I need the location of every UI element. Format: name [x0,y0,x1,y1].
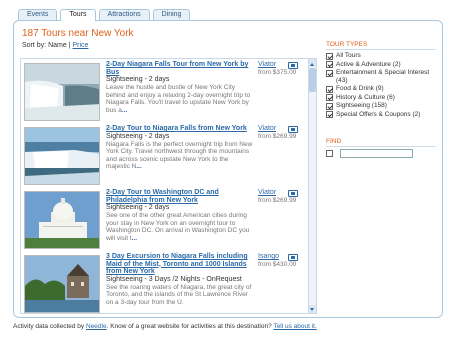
add-to-cart-icon[interactable] [288,254,298,261]
needle-link[interactable]: Needle [86,323,107,330]
filter-food-drink[interactable]: Food & Drink (9) [326,85,436,93]
find-title: FIND [326,138,436,147]
tour-description-text: Niagara Falls is the perfect overnight t… [106,140,253,171]
price-column: Isango from $430.00 [258,253,308,268]
find-section: FIND [326,138,436,158]
price-column: Viator from $375.00 [258,61,308,76]
more-link[interactable]: ... [136,163,141,170]
tour-info: 2-Day Niagara Falls Tour from New York b… [106,61,254,114]
tour-meta: Sightseeing - 2 days [106,132,170,140]
scroll-up-arrow-icon[interactable] [309,59,316,67]
tour-price: from $375.00 [258,69,297,76]
scroll-down-arrow-icon[interactable] [309,305,316,313]
tour-title-link[interactable]: 2-Day Tour to Niagara Falls from New Yor… [106,125,254,133]
add-to-cart-icon[interactable] [288,190,298,197]
checkbox[interactable] [326,102,333,110]
checkbox[interactable] [326,94,333,101]
vendor-link[interactable]: Viator [258,61,308,68]
filter-all-tours[interactable]: All Tours [326,52,436,60]
tour-meta: Sightseeing - 2 days [106,76,170,83]
tour-price: from $430.00 [258,261,297,268]
filter-history-culture[interactable]: History & Culture (6) [326,93,436,101]
scrollbar-thumb[interactable] [309,68,316,92]
tour-thumbnail[interactable] [24,191,100,249]
tours-panel: 187 Tours near New York Sort by: Name | … [13,20,443,318]
filter-label: History & Culture (6) [336,93,395,101]
add-to-cart-icon[interactable] [288,126,298,133]
tour-title-link[interactable]: 2-Day Tour to Washington DC and Philadel… [106,189,254,204]
add-to-cart-icon[interactable] [288,62,298,69]
tab-attractions[interactable]: Attractions [98,9,150,20]
tour-title-link[interactable]: 2-Day Niagara Falls Tour from New York b… [106,61,254,76]
sort-by-price-link[interactable]: Price [73,42,89,49]
price-column: Viator from $269.99 [258,125,308,140]
tour-info: 2-Day Tour to Washington DC and Philadel… [106,189,254,242]
list-item: 2-Day Tour to Niagara Falls from New Yor… [21,125,309,188]
tab-events[interactable]: Events [18,9,58,20]
filter-label: Food & Drink (9) [336,85,384,92]
filter-label: All Tours [336,52,361,59]
footer: Activity data collected by Needle. Know … [13,323,317,330]
tour-description: See one of the other great American citi… [106,212,254,242]
tour-info: 2-Day Tour to Niagara Falls from New Yor… [106,125,254,171]
tour-thumbnail[interactable] [24,255,100,313]
vendor-link[interactable]: Viator [258,189,308,196]
filter-label: Active & Adventure (2) [336,60,401,68]
filter-label: Sightseeing (158) [336,102,387,109]
vendor-link[interactable]: Isango [258,253,308,260]
tour-description-text: Leave the hustle and bustle of New York … [106,84,251,114]
tour-types-filter: TOUR TYPES All Tours Active & Adventure … [326,41,436,119]
filter-entertainment[interactable]: Entertainment & Special Interest (43) [326,69,436,84]
filter-label: Entertainment & Special Interest (43) [336,69,430,84]
tour-thumbnail[interactable] [24,63,100,121]
sort-prefix: Sort by: [22,42,47,49]
tab-dining[interactable]: Dining [152,9,191,20]
checkbox[interactable] [326,61,333,68]
tour-price: from $269.99 [258,197,297,204]
footer-prefix: Activity data collected by [13,323,85,330]
tour-list[interactable]: 2-Day Niagara Falls Tour from New York b… [20,58,317,314]
filter-sightseeing[interactable]: Sightseeing (158) [326,102,436,110]
tour-meta: Sightseeing - 3 Days /2 Nights - OnReque… [106,275,242,283]
tour-description: Leave the hustle and bustle of New York … [106,84,254,114]
tour-description: Niagara Falls is the perfect overnight t… [106,141,254,171]
tab-tours[interactable]: Tours [60,9,96,21]
sort-bar: Sort by: Name | Price [22,42,88,49]
filter-special-offers[interactable]: Special Offers & Coupons (2) [326,110,436,118]
checkbox[interactable] [326,111,333,118]
list-item: 2-Day Niagara Falls Tour from New York b… [21,61,309,124]
page-title: 187 Tours near New York [22,28,134,39]
filter-section-title: TOUR TYPES [326,41,436,50]
list-item: 2-Day Tour to Washington DC and Philadel… [21,189,309,252]
tour-thumbnail[interactable] [24,127,100,185]
price-column: Viator from $269.99 [258,189,308,204]
tour-info: 3 Day Excursion to Niagara Falls includi… [106,253,254,306]
scrollbar[interactable] [308,59,316,313]
tour-price: from $269.99 [258,133,297,140]
sort-current: Name [48,42,67,49]
find-row [326,149,436,158]
vendor-link[interactable]: Viator [258,125,308,132]
tell-us-link[interactable]: Tell us about it. [273,323,316,330]
find-input[interactable] [340,149,413,158]
checkbox[interactable] [326,69,333,77]
more-link[interactable]: ... [122,107,127,114]
checkbox[interactable] [326,85,333,93]
filter-label: Special Offers & Coupons (2) [336,110,421,118]
tour-meta: Sightseeing - 2 days [106,204,170,211]
tour-title-link[interactable]: 3 Day Excursion to Niagara Falls includi… [106,253,254,276]
tour-description-text: See one of the other great American citi… [106,212,250,242]
filter-active-adventure[interactable]: Active & Adventure (2) [326,60,436,68]
tour-description-text: See the roaring waters of Niagara, the g… [106,283,252,306]
tour-description: See the roaring waters of Niagara, the g… [106,284,254,307]
sort-separator: | [68,42,71,49]
list-item: 3 Day Excursion to Niagara Falls includi… [21,253,309,313]
checkbox[interactable] [326,52,333,60]
find-checkbox[interactable] [326,150,333,158]
footer-middle: . Know of a great website for activities… [106,323,272,330]
more-link[interactable]: ... [132,235,137,242]
